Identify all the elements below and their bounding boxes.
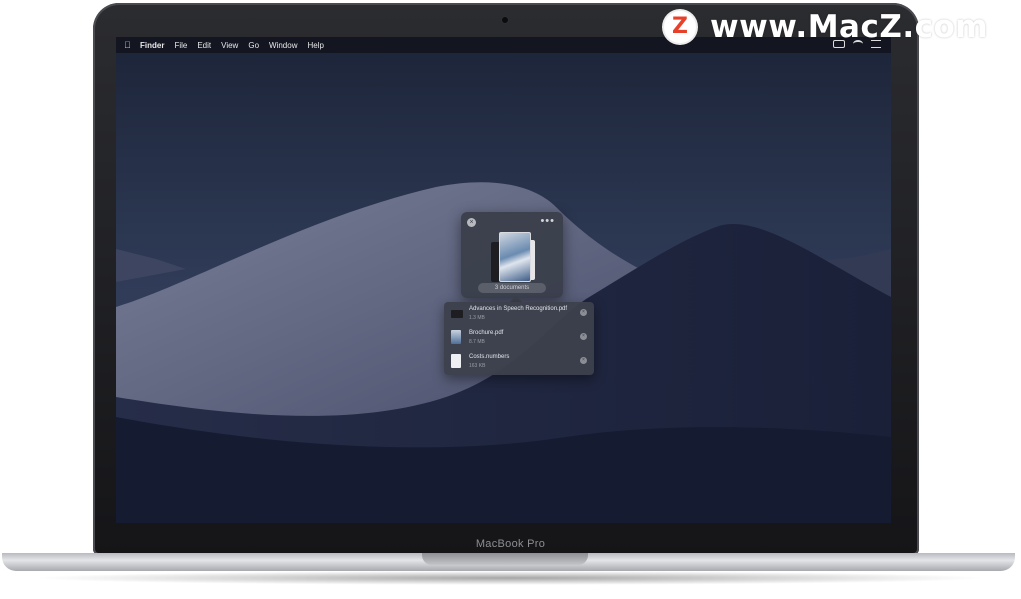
menu-view[interactable]: View [221, 41, 238, 50]
menu-window[interactable]: Window [269, 41, 297, 50]
document-stack[interactable] [491, 232, 535, 284]
laptop-notch [422, 553, 588, 565]
remove-icon[interactable]: × [580, 333, 587, 340]
remove-icon[interactable]: × [580, 357, 587, 364]
menu-go[interactable]: Go [248, 41, 259, 50]
document-count-badge[interactable]: 3 documents [478, 283, 546, 293]
file-name: Costs.numbers [469, 354, 510, 360]
list-item[interactable]: Costs.numbers 163 KB × [444, 350, 594, 374]
device-label: MacBook Pro [475, 538, 546, 550]
file-size: 163 KB [469, 363, 486, 369]
file-name: Brochure.pdf [469, 330, 504, 336]
menu-file[interactable]: File [174, 41, 187, 50]
file-thumb [451, 330, 461, 344]
apple-icon[interactable]:  [124, 40, 140, 50]
file-list-popover: Advances in Speech Recognition.pdf 1.3 M… [444, 302, 594, 375]
close-icon[interactable]: × [467, 218, 476, 227]
list-item[interactable]: Advances in Speech Recognition.pdf 1.3 M… [444, 302, 594, 326]
menu-help[interactable]: Help [307, 41, 323, 50]
remove-icon[interactable]: × [580, 309, 587, 316]
laptop-shadow [30, 571, 990, 585]
file-thumb [451, 310, 463, 318]
file-name: Advances in Speech Recognition.pdf [469, 306, 568, 312]
document-thumb [499, 232, 531, 282]
watermark-text: www.MacZ.com [710, 9, 989, 45]
dropover-shelf[interactable]: × ••• 3 documents [461, 212, 563, 298]
watermark-badge: Z [664, 11, 696, 43]
list-item[interactable]: Brochure.pdf 8.7 MB × [444, 326, 594, 350]
webcam [502, 17, 508, 23]
desktop-screen:  Finder File Edit View Go Window Help ×… [116, 37, 891, 523]
file-thumb [451, 354, 461, 368]
more-options-icon[interactable]: ••• [540, 215, 555, 227]
menu-edit[interactable]: Edit [197, 41, 211, 50]
file-size: 1.3 MB [469, 315, 485, 321]
watermark: Z www.MacZ.com [664, 9, 989, 45]
file-size: 8.7 MB [469, 339, 485, 345]
menu-finder[interactable]: Finder [140, 41, 164, 50]
